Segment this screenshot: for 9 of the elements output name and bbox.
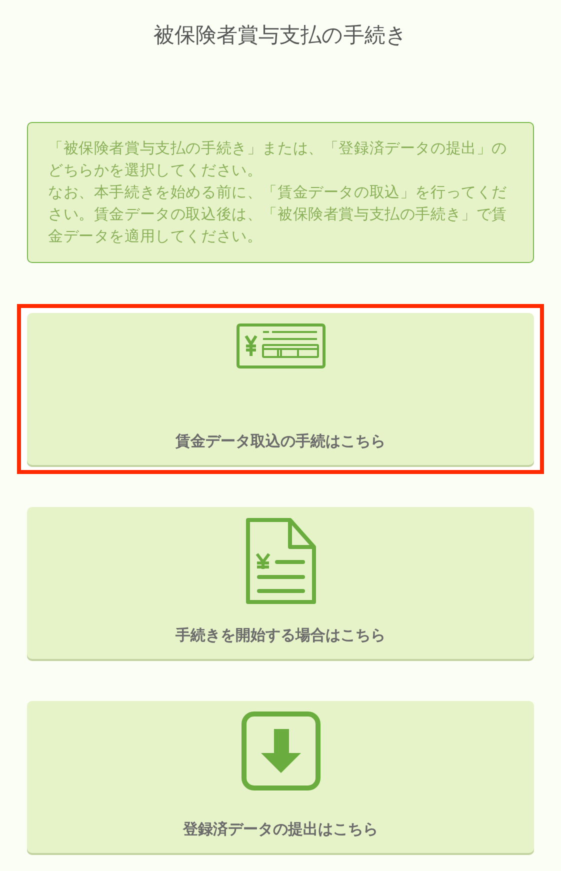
download-icon <box>240 711 320 791</box>
wage-slip-icon <box>236 323 326 369</box>
option-card[interactable]: 賃金データ取込の手続はこちら <box>27 313 534 465</box>
option-card[interactable]: 登録済データの提出はこちら <box>27 701 534 853</box>
option-card[interactable]: 手続きを開始する場合はこちら <box>27 507 534 659</box>
page-title: 被保険者賞与支払の手続き <box>152 22 408 49</box>
document-icon <box>244 517 316 605</box>
notice-text: なお、本手続きを始める前に、「賃金データの取込」を行ってください。賃金データの取込後は、「被保険者賞与支払の手続き」で賃金データを適用してください。 <box>48 182 508 247</box>
notice-text: 「被保険者賞与支払の手続き」または、「登録済データの提出」のどちらかを選択してください。 <box>48 138 508 181</box>
